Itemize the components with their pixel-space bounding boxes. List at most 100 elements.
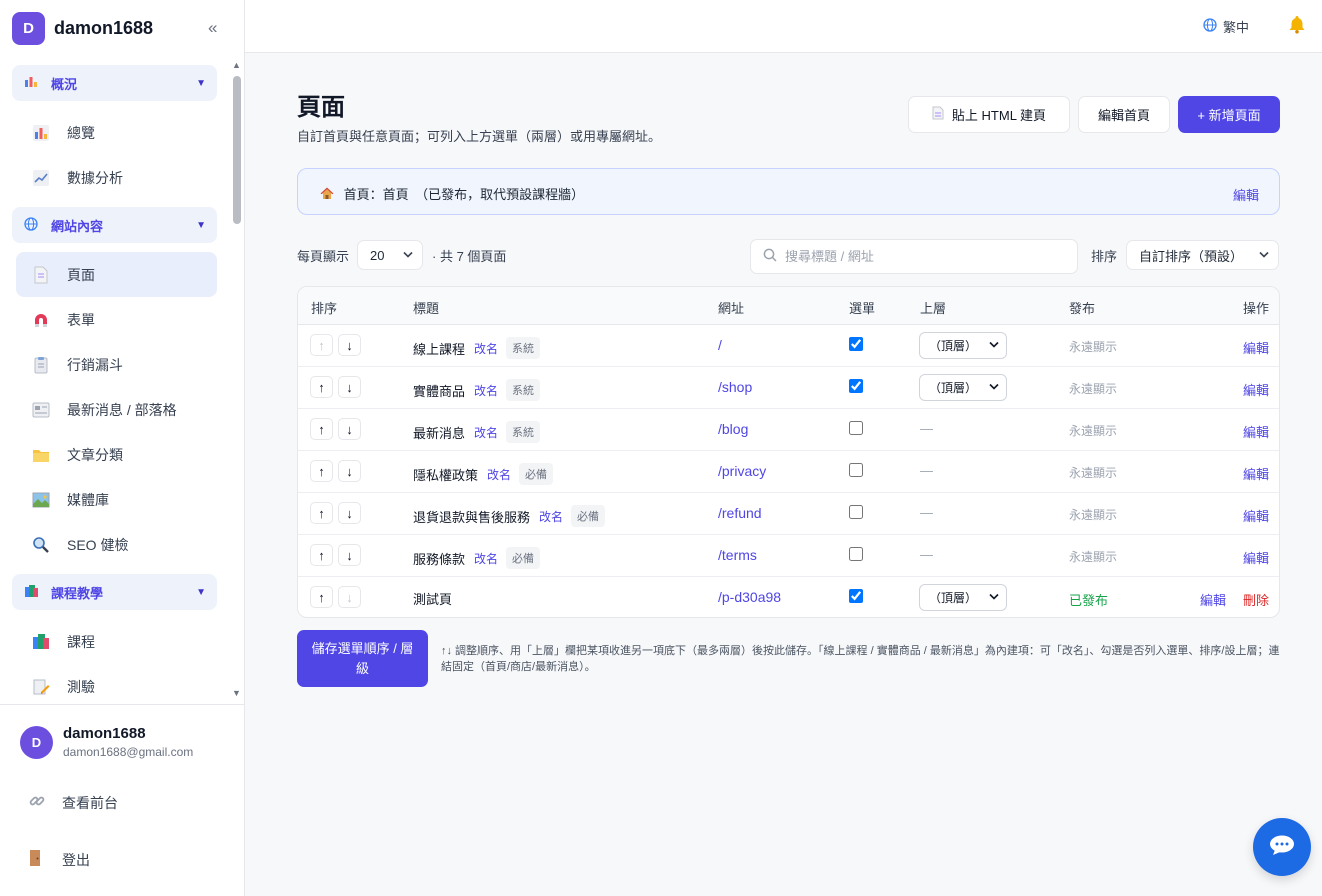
scroll-up-icon[interactable]: ▲ (232, 60, 241, 70)
page-url-link[interactable]: /blog (718, 421, 748, 437)
books-icon (30, 631, 52, 653)
rename-link[interactable]: 改名 (539, 508, 563, 525)
user-card[interactable]: D damon1688 damon1688@gmail.com (20, 725, 193, 759)
move-up-button[interactable]: ↑ (310, 376, 333, 398)
chat-button[interactable] (1253, 818, 1311, 876)
chevron-down-icon (403, 250, 413, 261)
sidebar-scrollbar[interactable]: ▲ ▼ (231, 60, 243, 700)
globe-icon (24, 216, 40, 234)
move-up-button[interactable]: ↑ (310, 460, 333, 482)
col-actions: 操作 (1242, 301, 1269, 316)
paste-html-button[interactable]: 貼上 HTML 建頁 (908, 96, 1070, 133)
bell-icon[interactable] (1288, 15, 1306, 39)
nav-group-label: 課程教學 (51, 585, 104, 601)
edit-link[interactable]: 編輯 (1243, 380, 1269, 399)
sidebar-item-analytics[interactable]: 數據分析 (12, 155, 217, 200)
edit-link[interactable]: 編輯 (1243, 548, 1269, 567)
sidebar-item-funnel[interactable]: 行銷漏斗 (12, 342, 217, 387)
page-url-link[interactable]: /refund (718, 505, 762, 521)
col-title: 標題 (413, 301, 440, 316)
home-banner-edit-link[interactable]: 編輯 (1233, 185, 1259, 204)
publish-status: 永遠顯示 (1069, 340, 1118, 354)
edit-home-button[interactable]: 編輯首頁 (1078, 96, 1170, 133)
sidebar-item-media[interactable]: 媒體庫 (12, 477, 217, 522)
edit-link[interactable]: 編輯 (1243, 422, 1269, 441)
logout-link[interactable]: 登出 (28, 849, 90, 871)
save-hint: ↑↓ 調整順序、用「上層」欄把某項收進另一項底下（最多兩層）後按此儲存。「線上課… (441, 645, 1280, 673)
page-type-badge: 系統 (506, 337, 541, 359)
page-url-link[interactable]: / (718, 337, 722, 353)
move-up-button[interactable]: ↑ (310, 418, 333, 440)
rename-link[interactable]: 改名 (474, 340, 498, 357)
nav-group-course-teaching[interactable]: 課程教學 ▼ (12, 574, 217, 610)
move-down-button[interactable]: ↓ (338, 502, 361, 524)
menu-checkbox[interactable] (849, 337, 863, 351)
sort-select[interactable]: 自訂排序（預設） (1126, 240, 1280, 270)
menu-checkbox[interactable] (849, 421, 863, 435)
table-header: 排序 標題 網址 選單 上層 發布 操作 (298, 287, 1279, 325)
view-frontend-link[interactable]: 查看前台 (28, 792, 118, 814)
rename-link[interactable]: 改名 (474, 382, 498, 399)
search-input[interactable] (785, 249, 1065, 264)
brand[interactable]: D damon1688 (12, 12, 153, 45)
page-name: 最新消息 (413, 425, 466, 441)
scrollbar-thumb[interactable] (233, 76, 241, 224)
search-box[interactable] (750, 239, 1078, 274)
table-row: ↑ ↓ 測試頁/p-d30a98 （頂層） 已發布 編輯 刪除 (298, 577, 1279, 617)
move-down-button[interactable]: ↓ (338, 376, 361, 398)
parent-select[interactable]: （頂層） (919, 584, 1007, 611)
sidebar-item-categories[interactable]: 文章分類 (12, 432, 217, 477)
new-page-button[interactable]: + 新增頁面 (1178, 96, 1280, 133)
rename-link[interactable]: 改名 (474, 550, 498, 567)
move-down-button[interactable]: ↓ (338, 334, 361, 356)
save-order-button[interactable]: 儲存選單順序 / 層級 (297, 630, 428, 687)
page-url-link[interactable]: /privacy (718, 463, 766, 479)
sidebar-item-courses[interactable]: 課程 (12, 619, 217, 664)
delete-link[interactable]: 刪除 (1243, 590, 1269, 609)
rename-link[interactable]: 改名 (474, 424, 498, 441)
collapse-sidebar-icon[interactable]: « (208, 18, 217, 38)
sidebar-item-seo[interactable]: SEO 健檢 (12, 522, 217, 567)
page-url-link[interactable]: /terms (718, 547, 757, 563)
menu-checkbox[interactable] (849, 505, 863, 519)
sidebar-item-pages[interactable]: 頁面 (16, 252, 217, 297)
pencil-paper-icon (30, 676, 52, 698)
move-down-button[interactable]: ↓ (338, 418, 361, 440)
page-title: 頁面 (297, 94, 345, 121)
sidebar-item-news-blog[interactable]: 最新消息 / 部落格 (12, 387, 217, 432)
menu-checkbox[interactable] (849, 463, 863, 477)
menu-checkbox[interactable] (849, 589, 863, 603)
move-up-button[interactable]: ↑ (310, 586, 333, 608)
scroll-down-icon[interactable]: ▼ (232, 688, 241, 698)
edit-link[interactable]: 編輯 (1243, 506, 1269, 525)
nav-group-overview[interactable]: 概況 ▼ (12, 65, 217, 101)
image-icon (30, 489, 52, 511)
parent-select[interactable]: （頂層） (919, 374, 1007, 401)
sidebar-item-forms[interactable]: 表單 (12, 297, 217, 342)
sidebar-item-quizzes[interactable]: 測驗 (12, 664, 217, 704)
page-url-link[interactable]: /shop (718, 379, 752, 395)
nav-group-site-content[interactable]: 網站內容 ▼ (12, 207, 217, 243)
parent-value: （頂層） (929, 339, 978, 353)
table-row: ↑ ↓ 退貨退款與售後服務 改名 必備/refund — 永遠顯示 編輯 (298, 493, 1279, 535)
move-up-button[interactable]: ↑ (310, 502, 333, 524)
move-up-button[interactable]: ↑ (310, 544, 333, 566)
edit-link[interactable]: 編輯 (1200, 590, 1226, 609)
rename-link[interactable]: 改名 (487, 466, 511, 483)
sidebar-item-label: SEO 健檢 (67, 536, 129, 553)
parent-select[interactable]: （頂層） (919, 332, 1007, 359)
menu-checkbox[interactable] (849, 379, 863, 393)
edit-link[interactable]: 編輯 (1243, 338, 1269, 357)
edit-link[interactable]: 編輯 (1243, 464, 1269, 483)
move-down-button[interactable]: ↓ (338, 544, 361, 566)
page-url-link[interactable]: /p-d30a98 (718, 589, 781, 605)
sidebar-item-overview[interactable]: 總覽 (12, 110, 217, 155)
move-down-button[interactable]: ↓ (338, 460, 361, 482)
page-title-cell: 線上課程 改名 系統 (413, 337, 541, 359)
per-page-select[interactable]: 20 (357, 240, 424, 270)
language-switcher[interactable]: 繁中 (1203, 17, 1249, 36)
menu-checkbox[interactable] (849, 547, 863, 561)
chat-bubble-icon (1269, 834, 1295, 861)
page-icon (30, 264, 52, 286)
parent-value: （頂層） (929, 591, 978, 605)
